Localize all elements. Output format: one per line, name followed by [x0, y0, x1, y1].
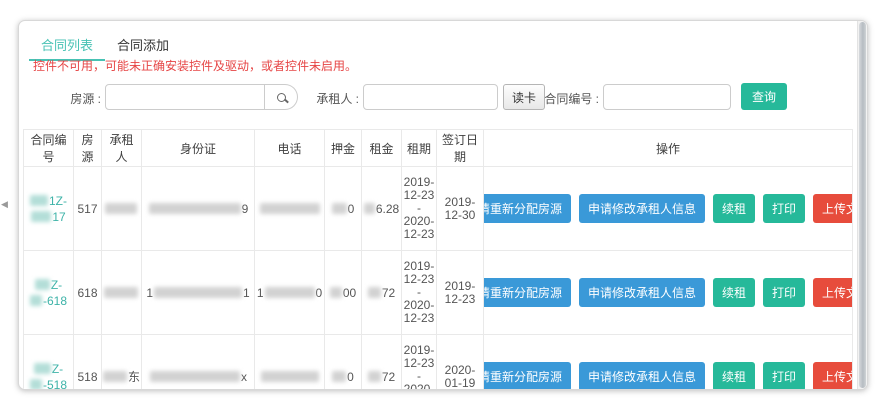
cell-phone	[255, 335, 325, 390]
reassign-property-button[interactable]: 申请重新分配房源	[484, 194, 571, 223]
redacted-block	[332, 371, 346, 382]
vertical-scrollbar[interactable]	[857, 21, 867, 389]
cell-property: 518	[74, 335, 102, 390]
cell-tenant	[102, 167, 142, 250]
redacted-block	[330, 287, 342, 298]
header-rent: 租金	[362, 130, 402, 166]
cell-sign-date: 2019- 12-23	[437, 251, 484, 334]
cell-deposit: 00	[325, 251, 362, 334]
tenant-label: 承租人 :	[301, 90, 359, 107]
contract-link[interactable]: Z- -518	[30, 361, 67, 391]
redacted-block	[104, 287, 138, 298]
header-tenant: 承租人	[102, 130, 142, 166]
redacted-block	[150, 371, 240, 382]
contract-link[interactable]: Z- -618	[30, 277, 67, 309]
redacted-block	[368, 287, 381, 298]
cell-tenant	[102, 251, 142, 334]
property-label: 房源 :	[39, 90, 101, 107]
renew-lease-button[interactable]: 续租	[713, 278, 755, 307]
redacted-block	[105, 203, 137, 214]
upload-file-button[interactable]: 上传文件	[813, 362, 853, 390]
contract-no-input[interactable]	[603, 84, 731, 110]
redacted-block	[103, 371, 127, 382]
table-row: Z- -518 518 东 x 0 72 2019- 12-23 - 2020-…	[23, 335, 853, 390]
cell-rent: 6.28	[362, 167, 402, 250]
contracts-table: 合同编号 房源 承租人 身份证 电话 押金 租金 租期 签订日期 操作 1Z- …	[23, 129, 853, 390]
redacted-block	[34, 363, 51, 374]
table-header-row: 合同编号 房源 承租人 身份证 电话 押金 租金 租期 签订日期 操作	[23, 129, 853, 167]
contracts-card: 合同列表 合同添加 控件不可用，可能未正确安装控件及驱动，或者控件未启用。 房源…	[18, 20, 868, 390]
cell-lease-term: 2019- 12-23 - 2020- 12-23	[402, 251, 437, 334]
page: ◀ 合同列表 合同添加 控件不可用，可能未正确安装控件及驱动，或者控件未启用。 …	[0, 0, 894, 417]
cell-operations: 申请重新分配房源 申请修改承租人信息 续租 打印 上传文件	[484, 167, 853, 250]
header-id-card: 身份证	[142, 130, 255, 166]
redacted-block	[265, 287, 315, 298]
cell-deposit: 0	[325, 335, 362, 390]
redacted-block	[35, 279, 50, 290]
contract-link[interactable]: 1Z- 17	[30, 193, 67, 225]
property-input[interactable]	[105, 84, 265, 110]
cell-phone: 10	[255, 251, 325, 334]
modify-tenant-info-button[interactable]: 申请修改承租人信息	[579, 194, 705, 223]
search-button[interactable]: 查询	[741, 83, 787, 110]
print-button[interactable]: 打印	[763, 194, 805, 223]
tab-bar: 合同列表 合同添加	[29, 25, 181, 61]
cell-phone	[255, 167, 325, 250]
cell-lease-term: 2019- 12-23 - 2020- 12-23	[402, 167, 437, 250]
renew-lease-button[interactable]: 续租	[713, 194, 755, 223]
header-phone: 电话	[255, 130, 325, 166]
upload-file-button[interactable]: 上传文件	[813, 278, 853, 307]
redacted-block	[31, 211, 51, 222]
cell-id-card: 9	[142, 167, 255, 250]
print-button[interactable]: 打印	[763, 278, 805, 307]
redacted-block	[332, 203, 347, 214]
cell-sign-date: 2020- 01-19	[437, 335, 484, 390]
redacted-block	[364, 203, 375, 214]
modify-tenant-info-button[interactable]: 申请修改承租人信息	[579, 278, 705, 307]
cell-tenant: 东	[102, 335, 142, 390]
table-row: Z- -618 618 11 10 00 72 2019- 12-23 - 20…	[23, 251, 853, 335]
modify-tenant-info-button[interactable]: 申请修改承租人信息	[579, 362, 705, 390]
redacted-block	[260, 203, 320, 214]
header-contract-no: 合同编号	[23, 130, 74, 166]
cell-id-card: 11	[142, 251, 255, 334]
reassign-property-button[interactable]: 申请重新分配房源	[484, 278, 571, 307]
upload-file-button[interactable]: 上传文件	[813, 194, 853, 223]
scrollbar-thumb[interactable]	[859, 22, 866, 388]
cell-id-card: x	[142, 335, 255, 390]
cell-operations: 申请重新分配房源 申请修改承租人信息 续租 打印 上传文件	[484, 251, 853, 334]
cell-lease-term: 2019- 12-23 - 2020- 12-23	[402, 335, 437, 390]
cell-property: 618	[74, 251, 102, 334]
redacted-block	[261, 371, 319, 382]
redacted-block	[30, 295, 42, 306]
cell-deposit: 0	[325, 167, 362, 250]
print-button[interactable]: 打印	[763, 362, 805, 390]
control-unavailable-warning: 控件不可用，可能未正确安装控件及驱动，或者控件未启用。	[33, 57, 357, 74]
cell-rent: 72	[362, 335, 402, 390]
renew-lease-button[interactable]: 续租	[713, 362, 755, 390]
tab-contract-add[interactable]: 合同添加	[105, 25, 181, 61]
header-sign-date: 签订日期	[437, 130, 484, 166]
tenant-input[interactable]	[363, 84, 498, 110]
reassign-property-button[interactable]: 申请重新分配房源	[484, 362, 571, 390]
redacted-block	[30, 195, 48, 206]
property-search-button[interactable]	[265, 84, 298, 110]
cell-sign-date: 2019- 12-30	[437, 167, 484, 250]
header-operations: 操作	[484, 130, 853, 166]
cell-rent: 72	[362, 251, 402, 334]
header-deposit: 押金	[325, 130, 362, 166]
redacted-block	[368, 371, 381, 382]
search-icon	[277, 93, 286, 102]
contract-no-label: 合同编号 :	[535, 90, 599, 107]
redacted-block	[30, 379, 42, 390]
tab-contract-list[interactable]: 合同列表	[29, 25, 105, 61]
header-lease-term: 租期	[402, 130, 437, 166]
redacted-block	[154, 287, 242, 298]
redacted-block	[149, 203, 241, 214]
table-row: 1Z- 17 517 9 0 6.28 2019- 12-23 - 2020- …	[23, 167, 853, 251]
cell-operations: 申请重新分配房源 申请修改承租人信息 续租 打印 上传文件	[484, 335, 853, 390]
cell-property: 517	[74, 167, 102, 250]
collapse-panel-arrow-icon[interactable]: ◀	[1, 199, 8, 210]
header-property: 房源	[74, 130, 102, 166]
